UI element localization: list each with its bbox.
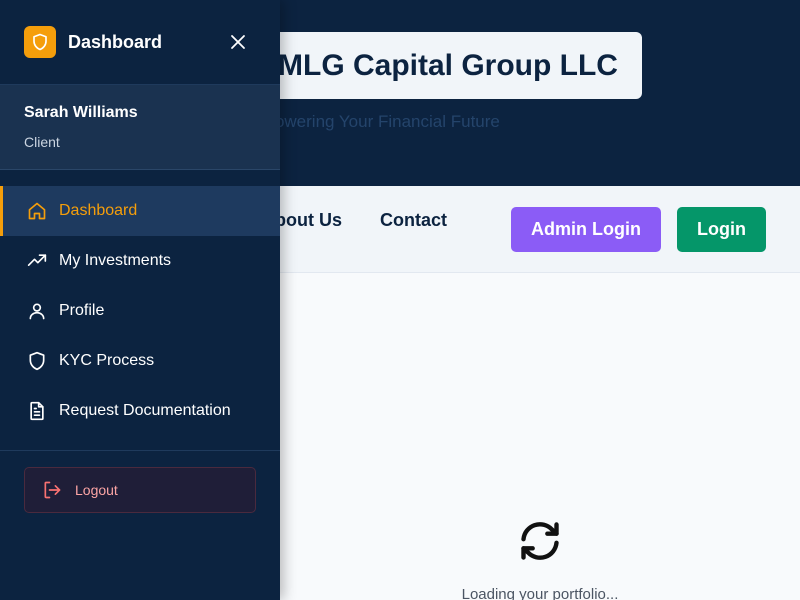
sidebar-item-label: Profile	[59, 302, 105, 319]
user-card: Sarah Williams Client	[0, 85, 280, 170]
sidebar-item-label: Dashboard	[59, 202, 138, 219]
trending-up-icon	[26, 250, 48, 272]
admin-login-button[interactable]: Admin Login	[511, 207, 661, 252]
brand-title: MLG Capital Group LLC	[278, 48, 618, 82]
user-role: Client	[24, 134, 60, 150]
sidebar-item-label: KYC Process	[59, 352, 155, 369]
sidebar-item-profile[interactable]: Profile	[0, 286, 280, 336]
sidebar-item-request-documentation[interactable]: Request Documentation	[0, 386, 280, 436]
user-icon	[26, 300, 48, 322]
sidebar-title: Dashboard	[68, 31, 163, 52]
sidebar-item-label: My Investments	[59, 252, 172, 269]
document-icon	[26, 400, 48, 422]
logout-label: Logout	[75, 482, 118, 498]
close-icon[interactable]	[227, 31, 249, 53]
login-button[interactable]: Login	[677, 207, 766, 252]
sidebar-item-my-investments[interactable]: My Investments	[0, 236, 280, 286]
shield-icon	[26, 350, 48, 372]
shield-icon	[24, 26, 56, 58]
refresh-icon	[518, 519, 562, 563]
sidebar-divider	[0, 450, 280, 451]
sidebar-item-dashboard[interactable]: Dashboard	[0, 186, 280, 236]
logout-button[interactable]: Logout	[24, 467, 256, 513]
sidebar-header: Dashboard	[0, 0, 280, 85]
loading-text: Loading your portfolio...	[461, 586, 619, 600]
nav-link-contact[interactable]: Contact	[380, 210, 447, 231]
sidebar-item-label: Request Documentation	[59, 402, 231, 419]
user-name: Sarah Williams	[24, 104, 138, 121]
brand-box: MLG Capital Group LLC	[250, 32, 642, 99]
logout-icon	[41, 479, 63, 501]
sidebar-nav: Dashboard My Investments Profile KYC Pro…	[0, 186, 280, 436]
sidebar-item-kyc-process[interactable]: KYC Process	[0, 336, 280, 386]
home-icon	[26, 200, 48, 222]
sidebar: Dashboard Sarah Williams Client Dashboar…	[0, 0, 280, 600]
